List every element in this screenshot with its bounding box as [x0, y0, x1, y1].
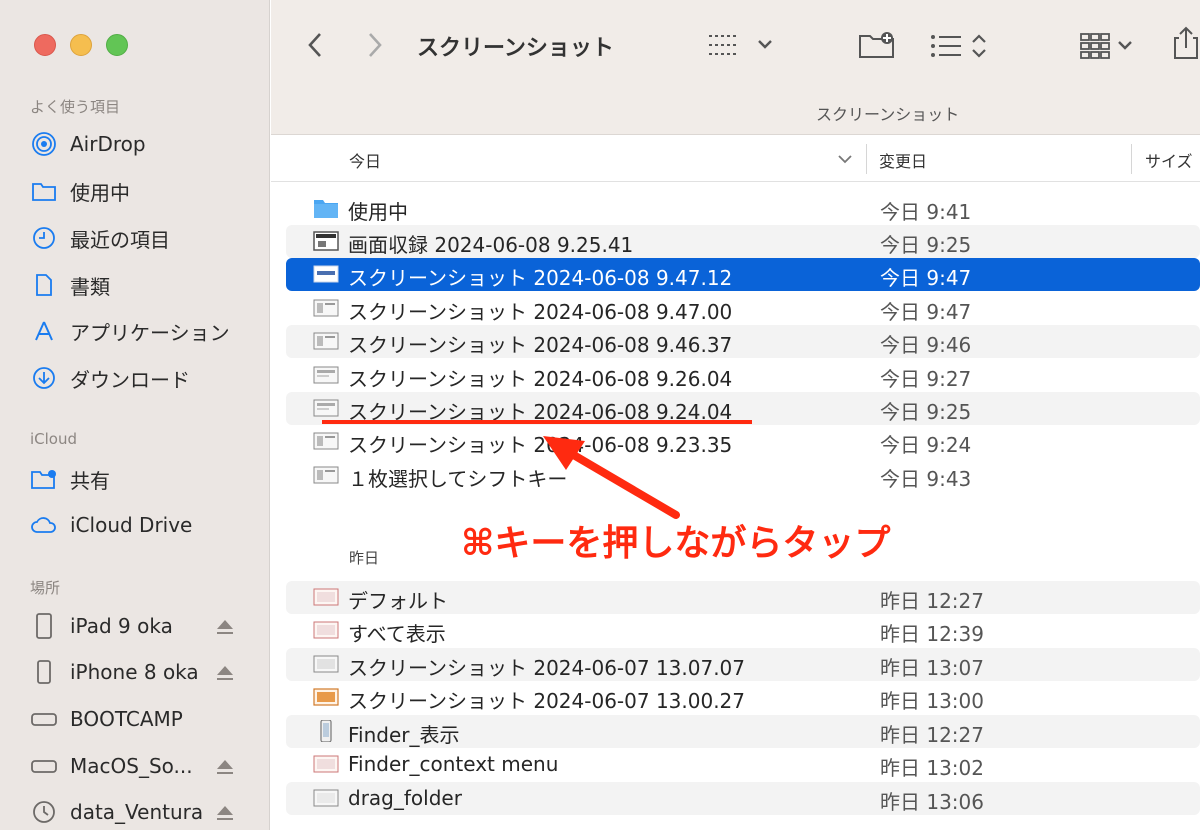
file-name: デフォルト	[348, 589, 448, 613]
file-name: スクリーンショット 2024-06-07 13.00.27	[348, 689, 746, 713]
file-date: 昨日 12:39	[880, 622, 984, 646]
group-label-yesterday: 昨日	[349, 549, 380, 567]
phone-thumbnail-icon	[313, 719, 339, 743]
list-item[interactable]: drag_folder 昨日 13:06	[286, 782, 1200, 815]
list-item[interactable]: Finder_表示 昨日 12:27	[286, 715, 1200, 748]
screenshot-thumbnail-icon	[313, 686, 339, 708]
file-name: スクリーンショット 2024-06-07 13.07.07	[348, 656, 746, 680]
screenshot-thumbnail-icon	[313, 787, 339, 809]
file-date: 昨日 13:00	[880, 689, 984, 713]
file-date: 昨日 13:02	[880, 756, 984, 780]
file-name: すべて表示	[348, 622, 446, 646]
file-name: Finder_表示	[348, 723, 460, 747]
list-item[interactable]: すべて表示 昨日 12:39	[286, 614, 1200, 647]
screenshot-thumbnail-icon	[313, 619, 339, 641]
list-item[interactable]: スクリーンショット 2024-06-07 13.00.27 昨日 13:00	[286, 681, 1200, 714]
file-name: Finder_context menu	[348, 752, 559, 776]
file-name: drag_folder	[348, 786, 462, 810]
file-date: 昨日 12:27	[880, 723, 984, 747]
annotation-arrow-head	[543, 436, 585, 470]
screenshot-thumbnail-icon	[313, 586, 339, 608]
file-date: 昨日 13:07	[880, 656, 984, 680]
list-item[interactable]: Finder_context menu 昨日 13:02	[286, 748, 1200, 781]
file-date: 昨日 12:27	[880, 589, 984, 613]
list-item[interactable]: デフォルト 昨日 12:27	[286, 581, 1200, 614]
list-item[interactable]: スクリーンショット 2024-06-07 13.07.07 昨日 13:07	[286, 648, 1200, 681]
file-date: 昨日 13:06	[880, 790, 984, 814]
screenshot-thumbnail-icon	[313, 653, 339, 675]
screenshot-thumbnail-icon	[313, 753, 339, 775]
annotation-caption: ⌘キーを押しながらタップ	[461, 523, 891, 564]
annotation-arrow-shaft	[556, 443, 680, 519]
